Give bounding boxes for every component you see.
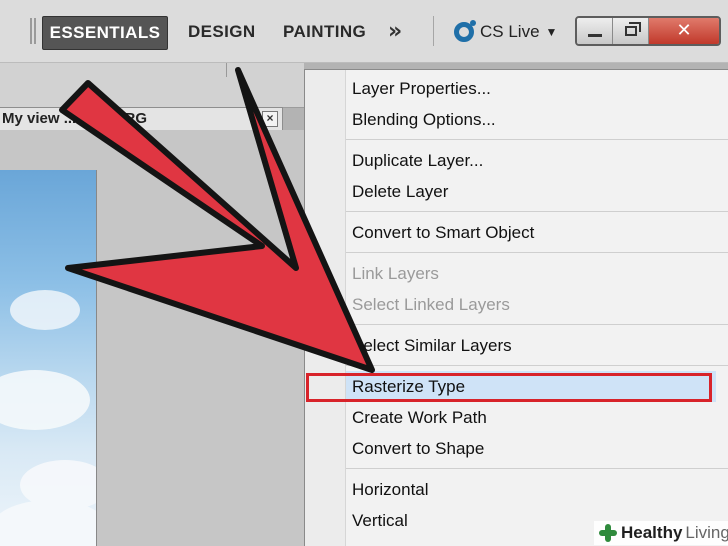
- menu-item-create-work-path[interactable]: Create Work Path: [346, 402, 716, 433]
- minimize-icon: [587, 33, 602, 37]
- canvas-sky-image: [0, 170, 97, 546]
- window-controls: ✕: [575, 16, 721, 46]
- leaf-cross-icon: [598, 523, 618, 543]
- menu-item-convert-to-smart-object[interactable]: Convert to Smart Object: [346, 217, 716, 248]
- dropdown-caret-icon: ▼: [545, 25, 558, 39]
- restore-button[interactable]: [613, 18, 649, 44]
- cs-live-label: CS Live: [480, 22, 540, 41]
- menu-separator: [346, 139, 728, 140]
- document-tab-title: My view ... ning , RG: [2, 110, 148, 127]
- cs-live-icon: [454, 20, 476, 42]
- workspace-essentials-button[interactable]: ESSENTIALS: [42, 16, 168, 50]
- menu-item-select-linked-layers: Select Linked Layers: [352, 295, 510, 314]
- more-workspaces-chevron-icon[interactable]: »: [388, 16, 402, 48]
- menu-item-duplicate-layer[interactable]: Duplicate Layer...: [346, 145, 716, 176]
- menu-item-horizontal[interactable]: Horizontal: [346, 474, 716, 505]
- workspace-painting-button[interactable]: PAINTING: [283, 16, 366, 48]
- menu-item-blending-options[interactable]: Blending Options...: [346, 104, 716, 135]
- menu-separator: [346, 468, 728, 469]
- close-window-button[interactable]: ✕: [649, 18, 719, 44]
- highlight-box: [306, 373, 712, 402]
- brand-name-part1: Healthy: [621, 523, 683, 542]
- menu-item-convert-to-shape[interactable]: Convert to Shape: [346, 433, 716, 464]
- document-close-icon[interactable]: ×: [262, 111, 278, 127]
- menu-item-layer-properties[interactable]: Layer Properties...: [346, 73, 716, 104]
- toolbar-grip[interactable]: [30, 18, 32, 44]
- menu-item-link-layers: Link Layers: [352, 264, 439, 283]
- menu-item-delete-layer[interactable]: Delete Layer: [346, 176, 716, 207]
- application-bar: ESSENTIALS DESIGN PAINTING » CS Live ▼ ✕: [0, 0, 728, 63]
- menu-item-select-similar-layers[interactable]: Select Similar Layers: [346, 330, 716, 361]
- brand-name-part2: Living: [685, 523, 728, 542]
- panel-divider[interactable]: [226, 63, 239, 77]
- menu-separator: [346, 252, 728, 253]
- close-icon: ✕: [676, 20, 692, 41]
- options-panel-strip: [0, 63, 304, 108]
- menu-icon-gutter: [305, 70, 346, 546]
- menu-separator: [346, 211, 728, 212]
- minimize-button[interactable]: [577, 18, 613, 44]
- menu-separator: [346, 324, 728, 325]
- workspace-design-button[interactable]: DESIGN: [188, 16, 256, 48]
- menu-separator: [346, 365, 728, 366]
- toolbar-divider: [433, 16, 434, 46]
- restore-icon: [624, 22, 641, 36]
- document-tab[interactable]: My view ... ning , RG ×: [0, 107, 283, 131]
- brand-watermark: Healthy Living: [594, 521, 728, 545]
- cs-live-button[interactable]: CS Live ▼: [454, 17, 557, 47]
